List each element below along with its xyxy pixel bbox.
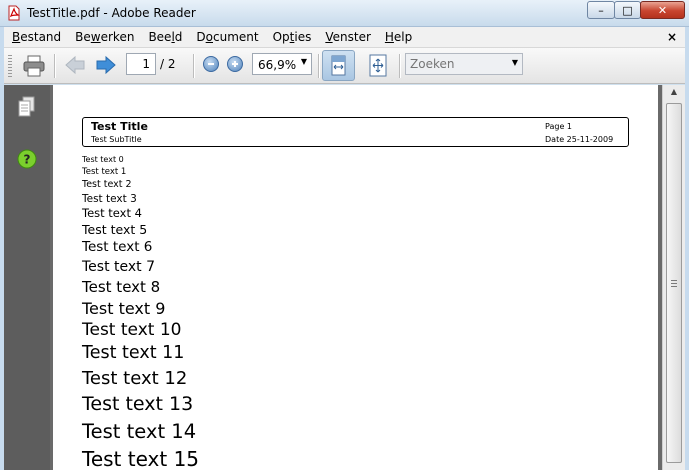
svg-text:?: ?: [24, 153, 31, 167]
maximize-button[interactable]: □: [614, 1, 641, 19]
chevron-down-icon[interactable]: ▼: [512, 58, 518, 67]
text-line: Test text 12: [82, 368, 188, 389]
text-line: Test text 3: [82, 193, 137, 205]
minimize-icon: –: [598, 3, 604, 17]
text-line: Test text 0: [82, 155, 124, 164]
document-view[interactable]: Test Title Test SubTitle Page 1 Date 25-…: [50, 85, 662, 470]
help-icon[interactable]: ?: [17, 149, 37, 169]
scrollbar-grip-icon: [671, 280, 677, 287]
zoom-in-icon[interactable]: [227, 56, 243, 72]
window-frame-right: [685, 27, 689, 470]
text-line: Test text 8: [82, 278, 161, 296]
pdf-page: Test Title Test SubTitle Page 1 Date 25-…: [53, 85, 658, 470]
text-line: Test text 6: [82, 239, 153, 255]
close-document-icon[interactable]: ×: [667, 30, 677, 44]
page-total: / 2: [160, 57, 176, 71]
menu-bewerken[interactable]: Bewerken: [75, 30, 134, 44]
toolbar: / 2 66,9% ▼ ▼: [4, 48, 685, 84]
toolbar-separator: [318, 54, 319, 78]
page-header: Test Title Test SubTitle Page 1 Date 25-…: [82, 117, 629, 147]
close-window-button[interactable]: ✕: [640, 1, 685, 19]
doc-date: Date 25-11-2009: [545, 135, 614, 144]
text-line: Test text 13: [82, 393, 194, 415]
zoom-select[interactable]: 66,9% ▼: [252, 53, 312, 75]
text-line: Test text 14: [82, 420, 197, 443]
fit-page-icon[interactable]: [366, 53, 390, 78]
previous-page-icon[interactable]: [64, 55, 86, 75]
text-line: Test text 1: [82, 167, 127, 177]
window-title: TestTitle.pdf - Adobe Reader: [27, 6, 196, 20]
maximize-icon: □: [622, 3, 633, 17]
vertical-scrollbar[interactable]: ▲: [662, 85, 685, 470]
pdf-file-icon: [8, 5, 20, 21]
toolbar-grip[interactable]: [8, 55, 12, 77]
menu-document[interactable]: Document: [196, 30, 258, 44]
toolbar-separator: [54, 54, 55, 78]
text-line: Test text 5: [82, 222, 148, 237]
fit-width-icon: [331, 55, 346, 76]
menu-bestand[interactable]: Bestand: [12, 30, 61, 44]
pages-icon[interactable]: [17, 96, 37, 118]
text-line: Test text 7: [82, 259, 156, 275]
menu-beeld[interactable]: Beeld: [148, 30, 182, 44]
close-icon: ✕: [657, 3, 668, 17]
doc-subtitle: Test SubTitle: [91, 135, 142, 144]
toolbar-separator: [399, 54, 400, 78]
text-line: Test text 4: [82, 206, 142, 220]
text-line: Test text 15: [82, 447, 200, 470]
search-input[interactable]: [407, 55, 507, 73]
printer-icon[interactable]: [22, 54, 46, 78]
navigation-pane: ?: [4, 85, 50, 470]
text-line: Test text 9: [82, 299, 166, 318]
menu-help[interactable]: Help: [385, 30, 412, 44]
menu-opties[interactable]: Opties: [273, 30, 312, 44]
scroll-up-icon[interactable]: ▲: [666, 87, 682, 101]
zoom-out-icon[interactable]: [203, 56, 219, 72]
scrollbar-thumb[interactable]: [666, 103, 682, 463]
menu-venster[interactable]: Venster: [325, 30, 371, 44]
text-line: Test text 11: [82, 343, 185, 363]
minimize-button[interactable]: –: [587, 1, 615, 19]
menu-bar: Bestand Bewerken Beeld Document Opties Venste…: [4, 27, 685, 48]
text-line: Test text 2: [82, 179, 132, 190]
page-number-input[interactable]: [126, 53, 156, 75]
doc-page-number: Page 1: [545, 122, 572, 131]
fit-width-button[interactable]: [322, 50, 355, 81]
title-bar: TestTitle.pdf - Adobe Reader – □ ✕: [0, 0, 689, 27]
toolbar-separator: [193, 54, 194, 78]
search-box[interactable]: ▼: [405, 53, 523, 75]
doc-title: Test Title: [91, 120, 148, 133]
zoom-value: 66,9%: [258, 58, 297, 72]
next-page-icon[interactable]: [95, 55, 117, 75]
chevron-down-icon[interactable]: ▼: [301, 57, 307, 66]
text-line: Test text 10: [82, 320, 182, 340]
